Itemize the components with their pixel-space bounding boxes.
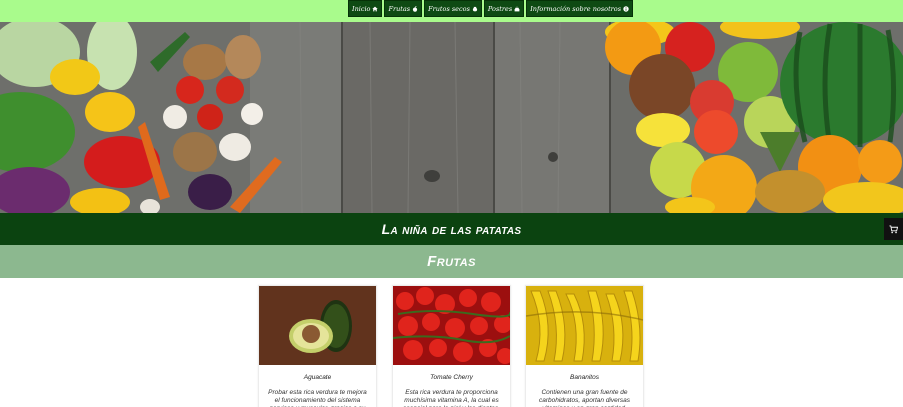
apple-icon bbox=[413, 5, 418, 12]
nav-item-label: Inicio bbox=[352, 4, 371, 13]
site-title: La niña de las patatas bbox=[381, 221, 522, 237]
product-description: Esta rica verdura te proporciona muchísi… bbox=[403, 389, 500, 407]
cart-button[interactable] bbox=[884, 218, 903, 240]
product-image bbox=[393, 286, 510, 365]
hero-image bbox=[0, 22, 903, 213]
product-name: Bananitos bbox=[570, 374, 599, 381]
product-card-bananitos[interactable]: Bananitos Contienen una gran fuente de c… bbox=[525, 285, 644, 407]
product-description: Contienen una gran fuente de carbohidrat… bbox=[538, 389, 631, 407]
nav-item-label: Frutas bbox=[388, 4, 411, 13]
top-nav: Inicio Frutas Frutos secos Postres Infor… bbox=[0, 0, 903, 22]
nav-item-label: Frutos secos bbox=[428, 4, 470, 13]
product-image bbox=[259, 286, 376, 365]
nav-item-postres[interactable]: Postres bbox=[483, 0, 525, 17]
cake-icon bbox=[514, 5, 520, 11]
site-header: La niña de las patatas bbox=[0, 213, 903, 245]
cart-icon bbox=[889, 224, 898, 233]
nav-item-informacion[interactable]: Información sobre nosotros bbox=[526, 0, 634, 17]
product-card-aguacate[interactable]: Aguacate Probar esta rica verdura te mej… bbox=[258, 285, 377, 407]
section-title: Frutas bbox=[427, 253, 476, 270]
hero-banner bbox=[0, 22, 903, 213]
product-card-tomate-cherry[interactable]: Tomate Cherry Esta rica verdura te propo… bbox=[392, 285, 511, 407]
product-description: Probar esta rica verdura te mejora el fu… bbox=[268, 389, 367, 407]
product-name: Tomate Cherry bbox=[430, 374, 473, 381]
nut-icon bbox=[472, 6, 478, 11]
home-icon bbox=[372, 6, 379, 11]
product-name: Aguacate bbox=[303, 374, 332, 381]
nav-item-inicio[interactable]: Inicio bbox=[348, 0, 383, 17]
nav-item-frutos-secos[interactable]: Frutos secos bbox=[424, 0, 482, 17]
nav-item-label: Información sobre nosotros bbox=[530, 4, 622, 13]
nav-item-frutas[interactable]: Frutas bbox=[384, 0, 423, 17]
nav-item-label: Postres bbox=[487, 4, 513, 13]
section-header: Frutas bbox=[0, 245, 903, 278]
product-image bbox=[526, 286, 643, 365]
nav-menu: Inicio Frutas Frutos secos Postres Infor… bbox=[348, 0, 634, 17]
info-icon bbox=[623, 5, 629, 12]
